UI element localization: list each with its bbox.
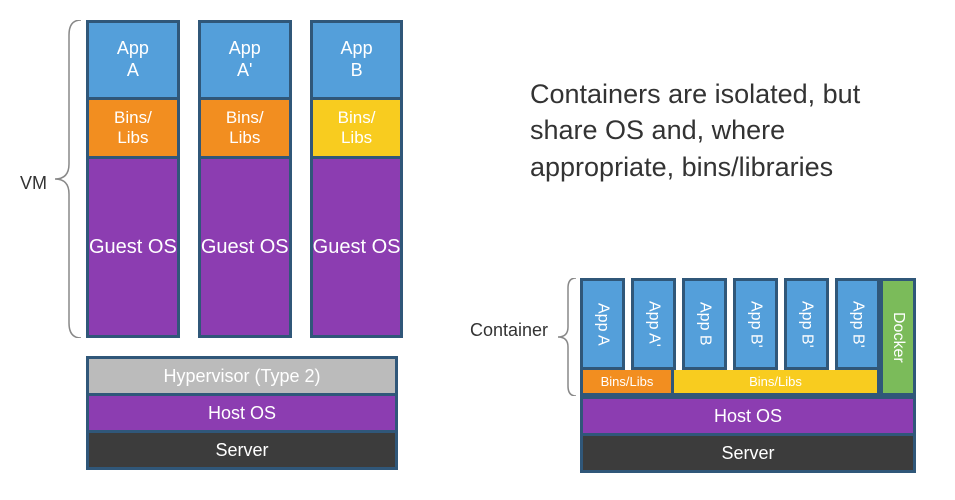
vm-app-1-l2: A' [237, 60, 252, 82]
container-server: Server [580, 436, 916, 473]
vm-hypervisor: Hypervisor (Type 2) [86, 356, 398, 396]
container-apps-group: App A App A' App B App B' App B' App B' … [580, 278, 880, 396]
vm-libs-2-l1: Bins/ [338, 108, 376, 128]
container-app-4: App B' [784, 278, 829, 370]
vm-guest-0-l1: Guest [89, 235, 142, 259]
container-host-os: Host OS [580, 396, 916, 436]
container-app-5: App B' [835, 278, 880, 370]
vm-libs-0-l1: Bins/ [114, 108, 152, 128]
container-docker: Docker [880, 278, 916, 396]
vm-base: Hypervisor (Type 2) Host OS Server [86, 356, 398, 470]
vm-libs-1: Bins/ Libs [198, 100, 292, 159]
vm-guest-2-l1: Guest [313, 235, 366, 259]
container-base: Host OS Server [580, 396, 916, 473]
container-brace-icon [558, 278, 576, 396]
vm-app-0-l2: A [127, 60, 139, 82]
vm-libs-1-l1: Bins/ [226, 108, 264, 128]
vm-app-2: App B [310, 20, 404, 100]
vm-app-2-l2: B [351, 60, 363, 82]
container-app-1: App A' [631, 278, 676, 370]
heading-text: Containers are isolated, but share OS an… [530, 76, 935, 185]
container-app-0: App A [580, 278, 625, 370]
vm-guest-0: Guest OS [86, 159, 180, 338]
vm-app-1: App A' [198, 20, 292, 100]
vm-guest-2-l2: OS [372, 235, 401, 259]
vm-host-os: Host OS [86, 396, 398, 433]
vm-label: VM [20, 173, 47, 194]
vm-guest-0-l2: OS [148, 235, 177, 259]
container-app-2: App B [682, 278, 727, 370]
vm-col-1: App A' Bins/ Libs Guest OS [198, 20, 292, 338]
vm-libs-1-l2: Libs [229, 128, 260, 148]
vm-server: Server [86, 433, 398, 470]
vm-app-0-l1: App [117, 38, 149, 60]
container-libs-row: Bins/Libs Bins/Libs [580, 370, 880, 396]
vm-libs-0: Bins/ Libs [86, 100, 180, 159]
vm-guest-1-l2: OS [260, 235, 289, 259]
container-label: Container [470, 320, 548, 341]
vm-col-0: App A Bins/ Libs Guest OS [86, 20, 180, 338]
vm-guest-2: Guest OS [310, 159, 404, 338]
vm-app-2-l1: App [341, 38, 373, 60]
vm-brace-icon [55, 20, 81, 338]
container-stack: App A App A' App B App B' App B' App B' … [580, 278, 916, 475]
vm-guest-1-l1: Guest [201, 235, 254, 259]
container-top: App A App A' App B App B' App B' App B' … [580, 278, 916, 396]
vm-columns: App A Bins/ Libs Guest OS App A' [86, 20, 398, 338]
vm-libs-2-l2: Libs [341, 128, 372, 148]
container-libs-0: Bins/Libs [580, 370, 674, 396]
container-app-3: App B' [733, 278, 778, 370]
container-libs-1: Bins/Libs [674, 370, 880, 396]
vm-guest-1: Guest OS [198, 159, 292, 338]
vm-col-2: App B Bins/ Libs Guest OS [310, 20, 404, 338]
vm-app-1-l1: App [229, 38, 261, 60]
vm-stack: App A Bins/ Libs Guest OS App A' [86, 20, 398, 475]
vm-app-0: App A [86, 20, 180, 100]
vm-libs-2: Bins/ Libs [310, 100, 404, 159]
vm-libs-0-l2: Libs [117, 128, 148, 148]
container-apps: App A App A' App B App B' App B' App B' [580, 278, 880, 370]
